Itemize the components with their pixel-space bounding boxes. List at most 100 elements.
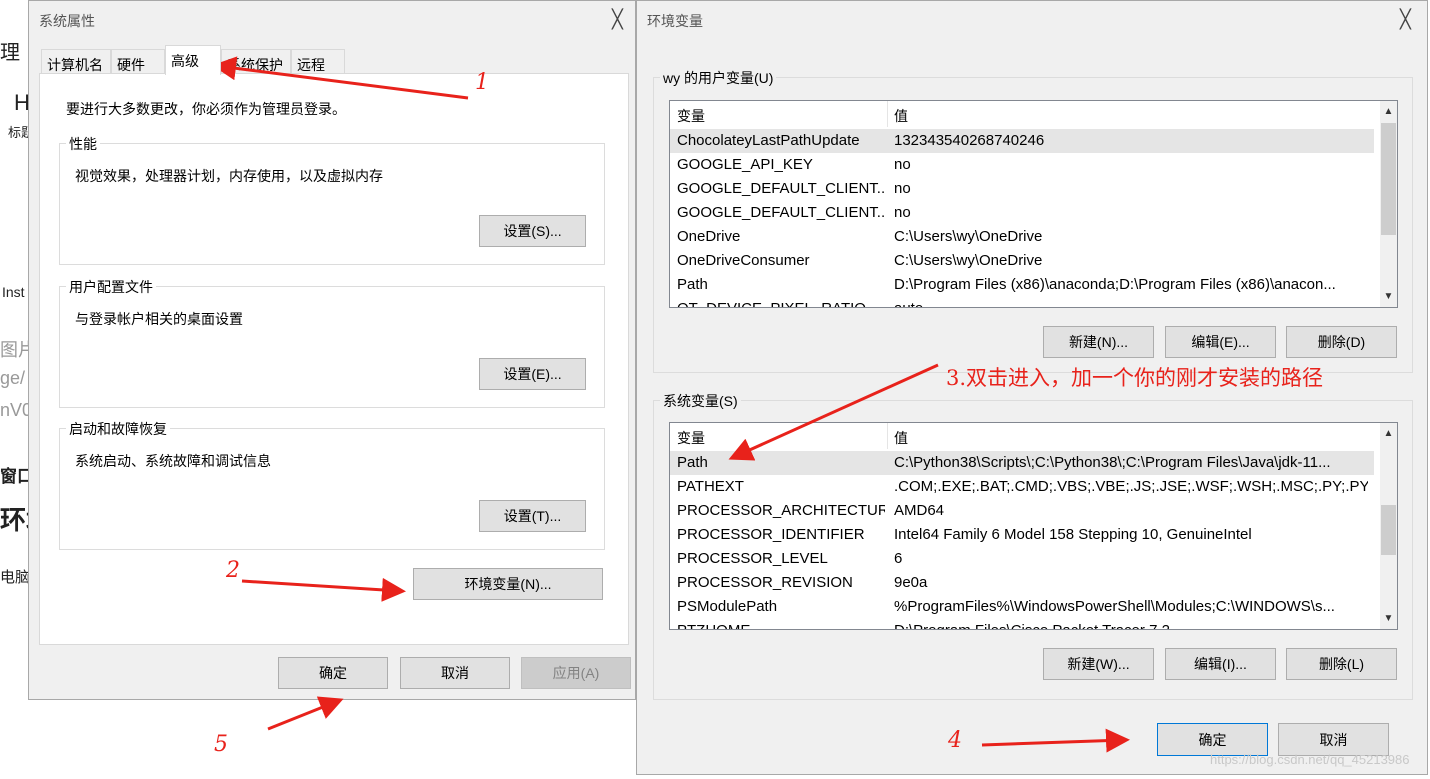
tab-remote[interactable]: 远程 <box>291 49 345 73</box>
column-divider[interactable] <box>887 423 888 449</box>
vertical-scrollbar[interactable]: ▲ ▼ <box>1380 423 1397 629</box>
bg-fragment: 理 <box>0 42 20 64</box>
table-row[interactable]: GOOGLE_DEFAULT_CLIENT... no <box>670 177 1374 201</box>
variable-name: OneDrive <box>677 228 741 245</box>
table-row[interactable]: Path D:\Program Files (x86)\anaconda;D:\… <box>670 273 1374 297</box>
group-description: 系统启动、系统故障和调试信息 <box>75 453 271 469</box>
scroll-up-icon[interactable]: ▲ <box>1380 425 1397 442</box>
scroll-down-icon[interactable]: ▼ <box>1380 610 1397 627</box>
variable-value: no <box>894 180 911 197</box>
column-header-value[interactable]: 值 <box>894 428 908 448</box>
variable-name: GOOGLE_DEFAULT_CLIENT... <box>677 204 885 221</box>
annotation-step-3: 3.双击进入，加一个你的刚才安装的路径 <box>946 366 1324 390</box>
user-variables-list[interactable]: 变量 值 ChocolateyLastPathUpdate 1323435402… <box>669 100 1398 308</box>
user-edit-button[interactable]: 编辑(E)... <box>1165 326 1276 358</box>
dialog-title: 系统属性 <box>39 13 95 29</box>
group-label: wy 的用户变量(U) <box>660 68 777 88</box>
system-edit-button[interactable]: 编辑(I)... <box>1165 648 1276 680</box>
system-variables-list[interactable]: 变量 值 Path C:\Python38\Scripts\;C:\Python… <box>669 422 1398 630</box>
variable-value: .COM;.EXE;.BAT;.CMD;.VBS;.VBE;.JS;.JSE;.… <box>894 478 1368 495</box>
table-row[interactable]: OneDrive C:\Users\wy\OneDrive <box>670 225 1374 249</box>
table-row[interactable]: Path C:\Python38\Scripts\;C:\Python38\;C… <box>670 451 1374 475</box>
user-new-button[interactable]: 新建(N)... <box>1043 326 1154 358</box>
scroll-up-icon[interactable]: ▲ <box>1380 103 1397 120</box>
scrollbar-thumb[interactable] <box>1381 123 1396 235</box>
tab-advanced[interactable]: 高级 <box>165 45 221 75</box>
system-delete-button[interactable]: 删除(L) <box>1286 648 1397 680</box>
group-description: 视觉效果，处理器计划，内存使用，以及虚拟内存 <box>75 168 383 184</box>
variable-name: PROCESSOR_LEVEL <box>677 550 828 567</box>
table-row[interactable]: PSModulePath %ProgramFiles%\WindowsPower… <box>670 595 1374 619</box>
user-profiles-settings-button[interactable]: 设置(E)... <box>479 358 586 390</box>
close-icon[interactable]: ╳ <box>1400 10 1411 28</box>
table-row[interactable]: GOOGLE_DEFAULT_CLIENT... no <box>670 201 1374 225</box>
table-row[interactable]: PROCESSOR_REVISION 9e0a <box>670 571 1374 595</box>
table-row[interactable]: QT_DEVICE_PIXEL_RATIO auto <box>670 297 1374 307</box>
scroll-down-icon[interactable]: ▼ <box>1380 288 1397 305</box>
user-delete-button[interactable]: 删除(D) <box>1286 326 1397 358</box>
group-label: 用户配置文件 <box>66 277 156 297</box>
table-row[interactable]: ChocolateyLastPathUpdate 132343540268740… <box>670 129 1374 153</box>
variable-name: PTZHOME <box>677 622 885 629</box>
table-row[interactable]: GOOGLE_API_KEY no <box>670 153 1374 177</box>
variable-value: D:\Program Files\Cisco Packet Tracer 7.2 <box>894 622 1368 629</box>
annotation-step-4: 4 <box>948 728 962 753</box>
close-icon[interactable]: ╳ <box>612 10 623 28</box>
bg-fragment: Inst <box>2 284 25 300</box>
variable-name: ChocolateyLastPathUpdate <box>677 132 860 149</box>
performance-settings-button[interactable]: 设置(S)... <box>479 215 586 247</box>
dialog-title: 环境变量 <box>647 13 703 29</box>
tab-computer-name[interactable]: 计算机名 <box>41 49 111 73</box>
startup-recovery-settings-button[interactable]: 设置(T)... <box>479 500 586 532</box>
environment-variables-button[interactable]: 环境变量(N)... <box>413 568 603 600</box>
watermark: https://blog.csdn.net/qq_45213986 <box>1210 752 1410 767</box>
apply-button[interactable]: 应用(A) <box>521 657 631 689</box>
variable-value: C:\Users\wy\OneDrive <box>894 228 1043 245</box>
table-row[interactable]: PROCESSOR_LEVEL 6 <box>670 547 1374 571</box>
bg-fragment: ge/ <box>0 368 26 388</box>
ok-button[interactable]: 确定 <box>278 657 388 689</box>
variable-value: 9e0a <box>894 574 928 591</box>
variable-name: PSModulePath <box>677 598 778 615</box>
variable-name: GOOGLE_API_KEY <box>677 156 813 173</box>
variable-name: PROCESSOR_ARCHITECTURE <box>677 502 885 519</box>
group-label: 启动和故障恢复 <box>66 419 170 439</box>
column-header-value[interactable]: 值 <box>894 106 908 126</box>
variable-value: auto <box>894 300 1368 307</box>
variable-value: 6 <box>894 550 903 567</box>
variable-value: 132343540268740246 <box>894 132 1045 149</box>
vertical-scrollbar[interactable]: ▲ ▼ <box>1380 101 1397 307</box>
table-row[interactable]: PROCESSOR_ARCHITECTURE AMD64 <box>670 499 1374 523</box>
scrollbar-thumb[interactable] <box>1381 505 1396 555</box>
variable-name: QT_DEVICE_PIXEL_RATIO <box>677 300 885 307</box>
annotation-step-2: 2 <box>226 558 240 583</box>
tab-hardware[interactable]: 硬件 <box>111 49 165 73</box>
variable-value: C:\Python38\Scripts\;C:\Python38\;C:\Pro… <box>894 454 1331 471</box>
variable-value: Intel64 Family 6 Model 158 Stepping 10, … <box>894 526 1252 543</box>
variable-value: no <box>894 204 911 221</box>
tab-system-protection[interactable]: 系统保护 <box>221 49 291 73</box>
table-row[interactable]: PROCESSOR_IDENTIFIER Intel64 Family 6 Mo… <box>670 523 1374 547</box>
group-description: 与登录帐户相关的桌面设置 <box>75 311 243 327</box>
cancel-button[interactable]: 取消 <box>400 657 510 689</box>
system-new-button[interactable]: 新建(W)... <box>1043 648 1154 680</box>
column-divider[interactable] <box>887 101 888 127</box>
annotation-step-5: 5 <box>214 732 228 757</box>
variable-name: Path <box>677 454 708 471</box>
bg-fragment: 电脑 <box>0 569 31 586</box>
table-row[interactable]: PATHEXT .COM;.EXE;.BAT;.CMD;.VBS;.VBE;.J… <box>670 475 1374 499</box>
table-row[interactable]: PTZHOME D:\Program Files\Cisco Packet Tr… <box>670 619 1374 629</box>
column-header-variable[interactable]: 变量 <box>677 428 705 448</box>
variable-value: AMD64 <box>894 502 945 519</box>
list-header: 变量 值 <box>670 423 1397 449</box>
variable-value: no <box>894 156 911 173</box>
variable-name: PROCESSOR_IDENTIFIER <box>677 526 865 543</box>
startup-recovery-group: 启动和故障恢复 系统启动、系统故障和调试信息 设置(T)... <box>59 419 605 550</box>
list-header: 变量 值 <box>670 101 1397 127</box>
annotation-step-1: 1 <box>475 70 489 95</box>
variable-value: C:\Users\wy\OneDrive <box>894 252 1043 269</box>
variable-name: PATHEXT <box>677 478 744 495</box>
column-header-variable[interactable]: 变量 <box>677 106 705 126</box>
table-row[interactable]: OneDriveConsumer C:\Users\wy\OneDrive <box>670 249 1374 273</box>
admin-note: 要进行大多数更改，你必须作为管理员登录。 <box>66 101 346 117</box>
